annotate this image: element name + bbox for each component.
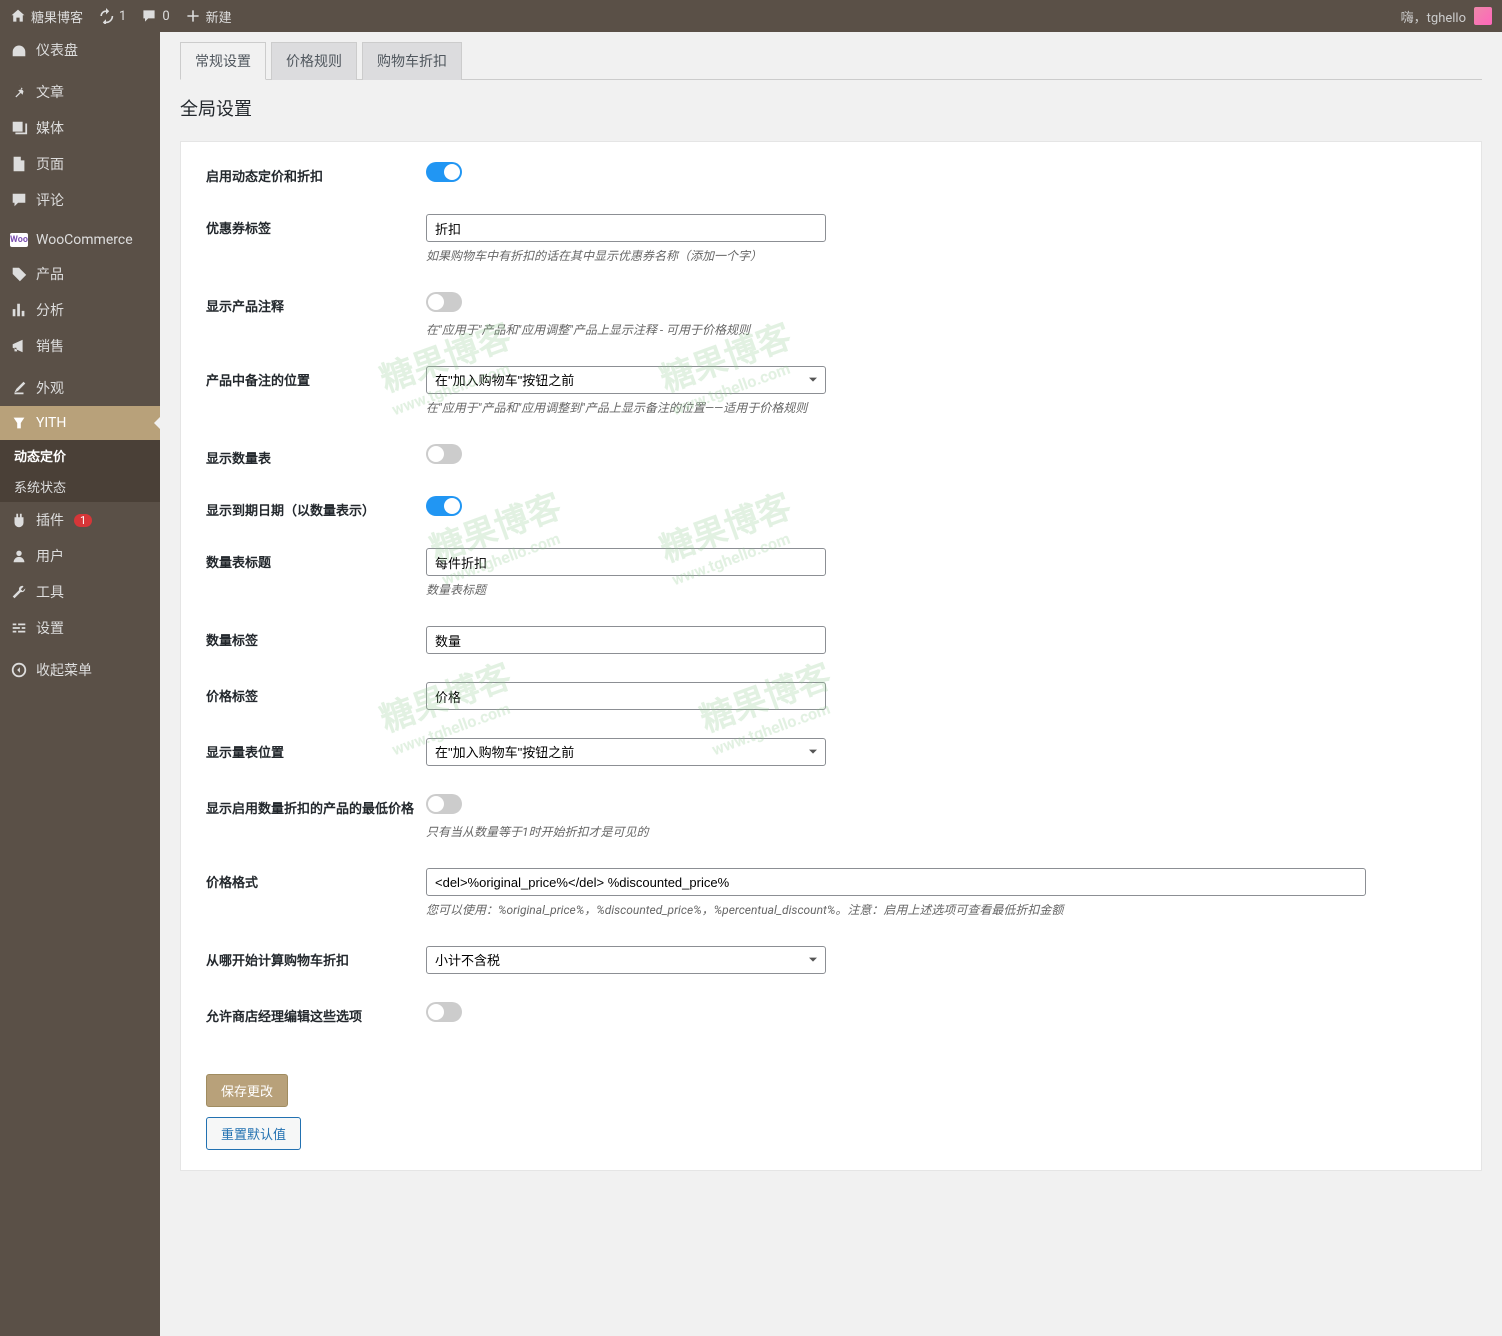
comments-count: 0 xyxy=(162,9,169,24)
nav-tabs: 常规设置 价格规则 购物车折扣 xyxy=(180,42,1482,80)
updates-count: 1 xyxy=(119,9,126,24)
label-show-expiry: 显示到期日期（以数量表示） xyxy=(206,496,426,519)
input-qty-label[interactable] xyxy=(426,626,826,654)
desc-price-format: 您可以使用：%original_price%，%discounted_price… xyxy=(426,901,1456,918)
toggle-show-lowest[interactable] xyxy=(426,794,462,814)
new-label: 新建 xyxy=(206,7,232,26)
label-note-position: 产品中备注的位置 xyxy=(206,366,426,389)
toggle-show-expiry[interactable] xyxy=(426,496,462,516)
label-coupon-label: 优惠券标签 xyxy=(206,214,426,237)
site-name: 糖果博客 xyxy=(31,7,83,26)
tab-general[interactable]: 常规设置 xyxy=(180,42,266,80)
woo-icon: Woo xyxy=(10,233,28,247)
collapse-icon xyxy=(10,661,28,679)
label-show-note: 显示产品注释 xyxy=(206,292,426,315)
main-content: 常规设置 价格规则 购物车折扣 全局设置 启用动态定价和折扣 优惠券标签 如果购… xyxy=(160,32,1502,1201)
submenu-system-status[interactable]: 系统状态 xyxy=(0,471,160,502)
tab-price-rules[interactable]: 价格规则 xyxy=(271,42,357,80)
input-price-label[interactable] xyxy=(426,682,826,710)
sidebar-item-plugins[interactable]: 插件1 xyxy=(0,502,160,538)
sidebar-item-media[interactable]: 媒体 xyxy=(0,110,160,146)
home-icon xyxy=(10,8,26,24)
label-allow-manager: 允许商店经理编辑这些选项 xyxy=(206,1002,426,1025)
sidebar-item-yith[interactable]: YITH xyxy=(0,406,160,440)
sliders-icon xyxy=(10,619,28,637)
sidebar-item-dashboard[interactable]: 仪表盘 xyxy=(0,32,160,68)
sidebar-item-settings[interactable]: 设置 xyxy=(0,610,160,646)
dashboard-icon xyxy=(10,41,28,59)
label-price-label: 价格标签 xyxy=(206,682,426,705)
sidebar-item-users[interactable]: 用户 xyxy=(0,538,160,574)
label-enable-dynamic: 启用动态定价和折扣 xyxy=(206,162,426,185)
label-show-qty-table: 显示数量表 xyxy=(206,444,426,467)
save-button[interactable]: 保存更改 xyxy=(206,1074,288,1107)
megaphone-icon xyxy=(10,337,28,355)
wrench-icon xyxy=(10,583,28,601)
label-show-lowest: 显示启用数量折扣的产品的最低价格 xyxy=(206,794,426,817)
toggle-show-note[interactable] xyxy=(426,292,462,312)
sidebar-item-sales[interactable]: 销售 xyxy=(0,328,160,364)
sidebar-item-comments[interactable]: 评论 xyxy=(0,182,160,218)
sidebar-item-posts[interactable]: 文章 xyxy=(0,74,160,110)
updates-link[interactable]: 1 xyxy=(98,8,126,24)
desc-coupon-label: 如果购物车中有折扣的话在其中显示优惠券名称（添加一个字） xyxy=(426,247,1456,264)
new-link[interactable]: 新建 xyxy=(185,7,232,26)
submenu-dynamic-pricing[interactable]: 动态定价 xyxy=(0,440,160,471)
user-icon xyxy=(10,547,28,565)
reset-button[interactable]: 重置默认值 xyxy=(206,1117,301,1150)
yith-icon xyxy=(10,414,28,432)
label-table-position: 显示量表位置 xyxy=(206,738,426,761)
tag-icon xyxy=(10,265,28,283)
plugins-badge: 1 xyxy=(74,514,92,527)
label-price-format: 价格格式 xyxy=(206,868,426,891)
toggle-enable-dynamic[interactable] xyxy=(426,162,462,182)
admin-toolbar: 糖果博客 1 0 新建 嗨，tghello xyxy=(0,0,1502,32)
site-link[interactable]: 糖果博客 xyxy=(10,7,83,26)
media-icon xyxy=(10,119,28,137)
page-title: 全局设置 xyxy=(180,95,1482,121)
sidebar-item-woocommerce[interactable]: WooWooCommerce xyxy=(0,224,160,256)
sidebar-item-products[interactable]: 产品 xyxy=(0,256,160,292)
chat-icon xyxy=(10,191,28,209)
page-icon xyxy=(10,155,28,173)
input-price-format[interactable] xyxy=(426,868,1366,896)
input-qty-table-title[interactable] xyxy=(426,548,826,576)
admin-sidebar: 仪表盘 文章 媒体 页面 评论 WooWooCommerce 产品 分析 销售 … xyxy=(0,32,160,1336)
avatar[interactable] xyxy=(1474,7,1492,25)
comment-icon xyxy=(141,8,157,24)
greeting[interactable]: 嗨，tghello xyxy=(1401,7,1466,26)
toggle-show-qty-table[interactable] xyxy=(426,444,462,464)
label-calc-from: 从哪开始计算购物车折扣 xyxy=(206,946,426,969)
select-calc-from[interactable]: 小计不含税 xyxy=(426,946,826,974)
sidebar-item-tools[interactable]: 工具 xyxy=(0,574,160,610)
select-note-position[interactable]: 在"加入购物车"按钮之前 xyxy=(426,366,826,394)
sidebar-item-pages[interactable]: 页面 xyxy=(0,146,160,182)
desc-note-position: 在"应用于"产品和"应用调整到"产品上显示备注的位置——适用于价格规则 xyxy=(426,399,1456,416)
sidebar-item-analytics[interactable]: 分析 xyxy=(0,292,160,328)
toggle-allow-manager[interactable] xyxy=(426,1002,462,1022)
sidebar-item-appearance[interactable]: 外观 xyxy=(0,370,160,406)
plus-icon xyxy=(185,8,201,24)
select-table-position[interactable]: 在"加入购物车"按钮之前 xyxy=(426,738,826,766)
chart-icon xyxy=(10,301,28,319)
tab-cart-discount[interactable]: 购物车折扣 xyxy=(362,42,462,80)
desc-show-lowest: 只有当从数量等于1时开始折扣才是可见的 xyxy=(426,823,1456,840)
pin-icon xyxy=(10,83,28,101)
label-qty-label: 数量标签 xyxy=(206,626,426,649)
sidebar-collapse[interactable]: 收起菜单 xyxy=(0,652,160,688)
desc-qty-table-title: 数量表标题 xyxy=(426,581,1456,598)
settings-panel: 启用动态定价和折扣 优惠券标签 如果购物车中有折扣的话在其中显示优惠券名称（添加… xyxy=(180,141,1482,1171)
plug-icon xyxy=(10,511,28,529)
label-qty-table-title: 数量表标题 xyxy=(206,548,426,571)
input-coupon-label[interactable] xyxy=(426,214,826,242)
brush-icon xyxy=(10,379,28,397)
desc-show-note: 在"应用于"产品和"应用调整"产品上显示注释 - 可用于价格规则 xyxy=(426,321,1456,338)
refresh-icon xyxy=(98,8,114,24)
comments-link[interactable]: 0 xyxy=(141,8,169,24)
